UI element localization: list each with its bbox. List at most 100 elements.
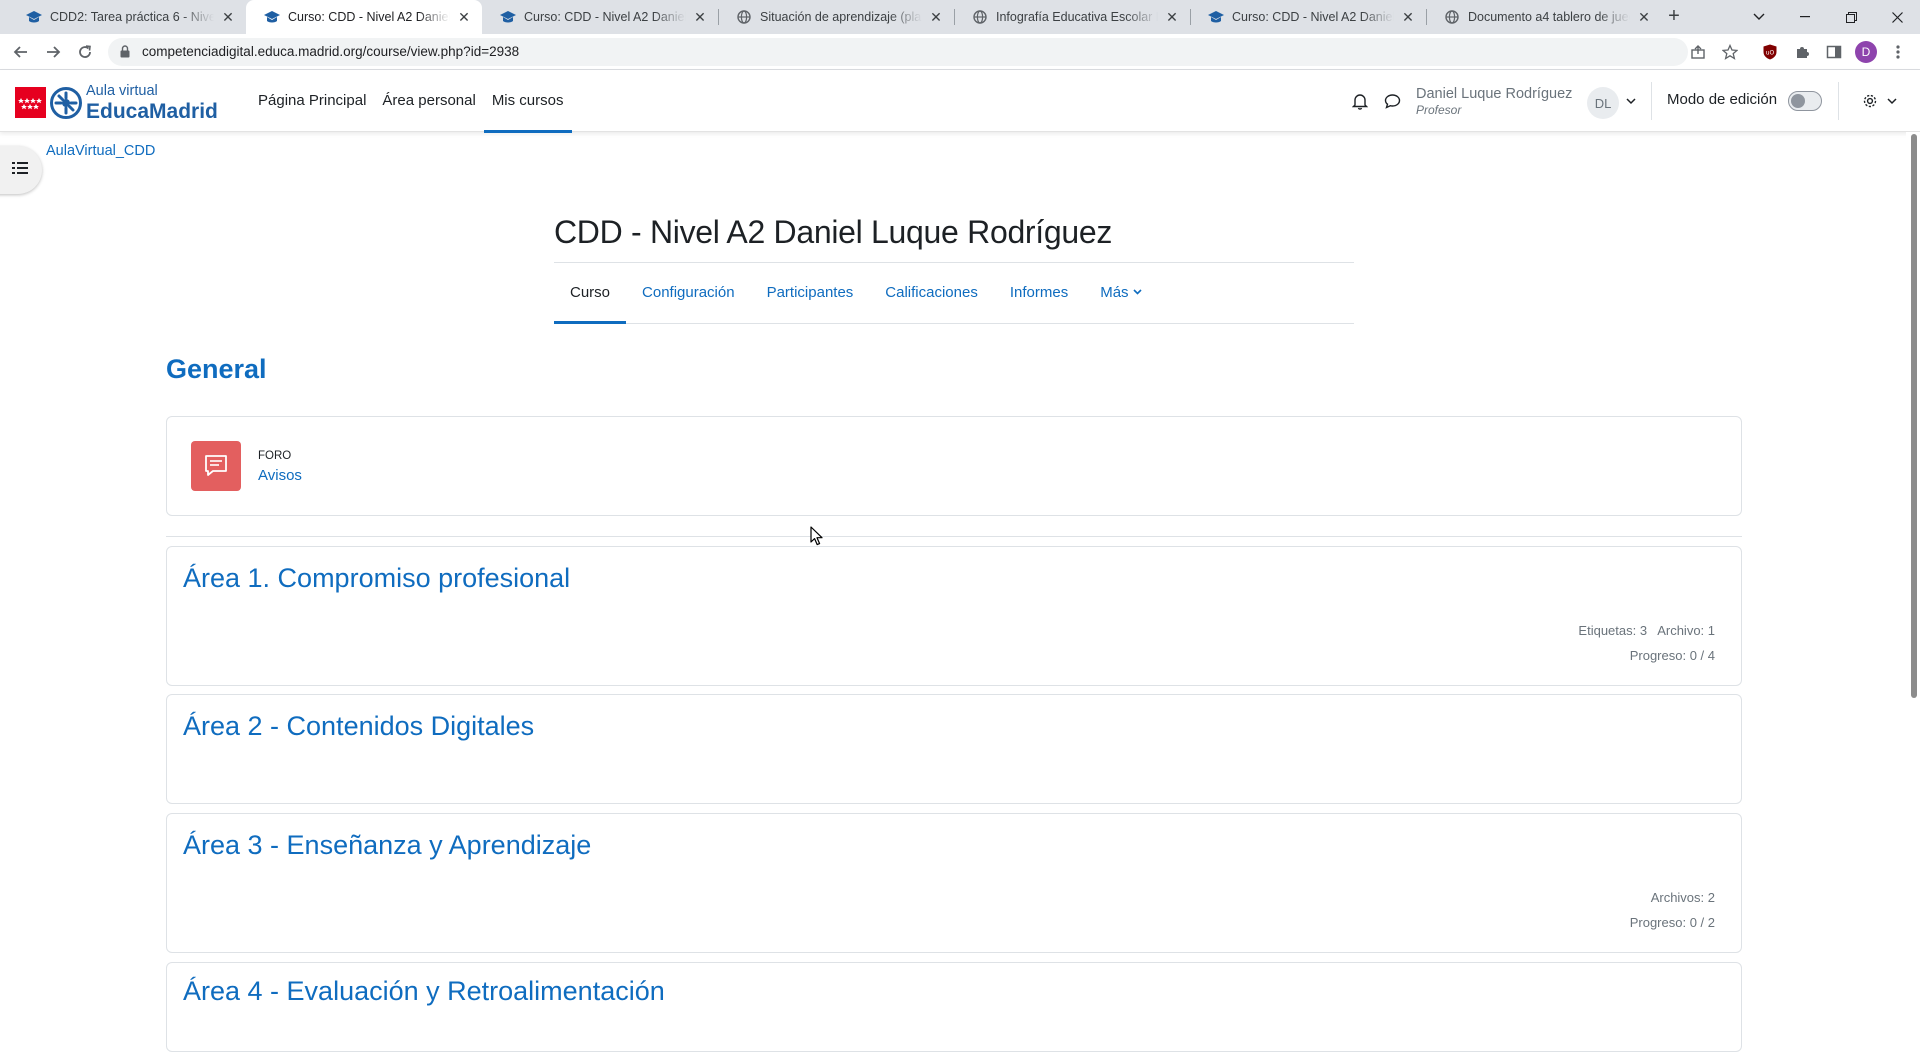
forward-arrow-icon[interactable] — [41, 40, 65, 64]
moodle-cap-icon — [500, 9, 516, 25]
mouse-cursor-icon — [810, 526, 824, 551]
course-section: Área 3 - Enseñanza y Aprendizaje Archivo… — [166, 813, 1742, 953]
globe-icon — [736, 9, 752, 25]
forum-icon — [191, 441, 241, 491]
section-title[interactable]: Área 4 - Evaluación y Retroalimentación — [183, 976, 665, 1007]
nav-dashboard[interactable]: Área personal — [374, 70, 483, 132]
restore-window-button[interactable] — [1828, 0, 1874, 34]
notifications-bell-icon[interactable] — [1352, 70, 1368, 132]
section-title[interactable]: Área 1. Compromiso profesional — [183, 563, 570, 594]
kebab-menu-icon[interactable] — [1886, 40, 1910, 64]
list-icon — [12, 161, 28, 180]
close-tab-icon[interactable]: ✕ — [692, 9, 708, 25]
user-name: Daniel Luque Rodríguez — [1416, 86, 1573, 102]
browser-tab[interactable]: Infografía Educativa Escolar Dibujos ✕ — [954, 0, 1190, 34]
activity-type-label: FORO — [258, 450, 292, 462]
page-scrollbar-thumb[interactable] — [1911, 134, 1917, 698]
tab-title: Documento a4 tablero de juego — [1468, 10, 1630, 24]
edit-mode-label: Modo de edición — [1667, 91, 1778, 108]
site-logo[interactable]: Aula virtual EducaMadrid — [15, 84, 218, 122]
course-section: Área 2 - Contenidos Digitales — [166, 694, 1742, 804]
tab-title: Situación de aprendizaje (plantilla) — [760, 10, 922, 24]
course-section: Área 4 - Evaluación y Retroalimentación — [166, 962, 1742, 1052]
tab-title: CDD2: Tarea práctica 6 - Nivel A2 — [50, 10, 214, 24]
close-tab-icon[interactable]: ✕ — [1636, 9, 1652, 25]
browser-tab-strip: CDD2: Tarea práctica 6 - Nivel A2 ✕ Curs… — [0, 0, 1920, 34]
section-activity-summary: Etiquetas: 3 Archivo: 1 — [1578, 623, 1715, 638]
share-icon[interactable] — [1686, 40, 1710, 64]
user-menu[interactable]: Daniel Luque Rodríguez Profesor — [1416, 86, 1572, 117]
activity-link-avisos[interactable]: Avisos — [258, 467, 302, 484]
madrid-flag-icon — [15, 87, 46, 119]
globe-icon — [972, 9, 988, 25]
minimize-window-button[interactable] — [1782, 0, 1828, 34]
bookmark-star-icon[interactable] — [1718, 40, 1742, 64]
tab-more-label: Más — [1100, 284, 1129, 301]
nav-my-courses[interactable]: Mis cursos — [483, 70, 572, 133]
browser-toolbar: competenciadigital.educa.madrid.org/cour… — [0, 34, 1920, 70]
svg-text:uO: uO — [1766, 50, 1775, 57]
close-window-button[interactable] — [1874, 0, 1920, 34]
tab-participants[interactable]: Participantes — [751, 263, 870, 323]
address-bar[interactable]: competenciadigital.educa.madrid.org/cour… — [108, 38, 1688, 66]
gear-icon[interactable] — [1862, 70, 1878, 132]
messages-chat-icon[interactable] — [1384, 70, 1401, 132]
reload-icon[interactable] — [73, 40, 97, 64]
section-title[interactable]: Área 2 - Contenidos Digitales — [183, 711, 534, 742]
globe-icon — [1444, 9, 1460, 25]
user-avatar[interactable]: DL — [1587, 87, 1619, 119]
tab-title: Curso: CDD - Nivel A2 Daniel Luque — [1232, 10, 1394, 24]
logo-title: EducaMadrid — [86, 99, 218, 123]
browser-tab[interactable]: CDD2: Tarea práctica 6 - Nivel A2 ✕ — [8, 0, 246, 34]
section-title-general[interactable]: General — [166, 354, 267, 385]
course-secondary-navigation: Curso Configuración Participantes Califi… — [554, 262, 1354, 324]
section-progress: Progreso: 0 / 2 — [1629, 915, 1715, 930]
nav-home[interactable]: Página Principal — [250, 70, 374, 132]
tab-title: Infografía Educativa Escolar Dibujos — [996, 10, 1158, 24]
activity-forum-card: FORO Avisos — [166, 416, 1742, 516]
browser-tab[interactable]: Curso: CDD - Nivel A2 Daniel Luque ✕ — [482, 0, 718, 34]
browser-tab[interactable]: Curso: CDD - Nivel A2 Daniel Luque ✕ — [1190, 0, 1426, 34]
close-tab-icon[interactable]: ✕ — [1400, 9, 1416, 25]
close-tab-icon[interactable]: ✕ — [456, 9, 472, 25]
tab-search-icon[interactable] — [1736, 0, 1782, 34]
moodle-cap-icon — [26, 9, 42, 25]
navbar-divider — [1651, 82, 1652, 120]
course-index-drawer-button[interactable] — [0, 146, 42, 194]
section-divider — [166, 536, 1742, 537]
educamadrid-logo-icon — [50, 86, 82, 119]
url-text: competenciadigital.educa.madrid.org/cour… — [142, 44, 520, 59]
tab-grades[interactable]: Calificaciones — [869, 263, 994, 323]
profile-avatar[interactable]: D — [1854, 40, 1878, 64]
section-title[interactable]: Área 3 - Enseñanza y Aprendizaje — [183, 830, 591, 861]
close-tab-icon[interactable]: ✕ — [928, 9, 944, 25]
ublock-shield-icon[interactable]: uO — [1758, 40, 1782, 64]
close-tab-icon[interactable]: ✕ — [1164, 9, 1180, 25]
tab-title: Curso: CDD - Nivel A2 Daniel Luque — [288, 10, 450, 24]
user-role: Profesor — [1416, 103, 1462, 117]
primary-navigation: Página Principal Área personal Mis curso… — [250, 70, 572, 133]
section-activity-summary: Archivos: 2 — [1650, 890, 1715, 905]
chevron-down-icon — [1132, 263, 1142, 323]
tab-course[interactable]: Curso — [554, 263, 627, 324]
edit-mode-toggle[interactable] — [1788, 91, 1822, 111]
moodle-cap-icon — [264, 9, 280, 25]
side-panel-icon[interactable] — [1822, 40, 1846, 64]
browser-tab[interactable]: Documento a4 tablero de juego ✕ — [1426, 0, 1662, 34]
chevron-down-icon[interactable] — [1626, 70, 1636, 132]
tab-more[interactable]: Más — [1084, 263, 1157, 323]
back-arrow-icon[interactable] — [9, 40, 33, 64]
browser-tab-active[interactable]: Curso: CDD - Nivel A2 Daniel Luque ✕ — [246, 0, 482, 34]
site-navbar: Aula virtual EducaMadrid Página Principa… — [0, 70, 1920, 133]
page-title: CDD - Nivel A2 Daniel Luque Rodríguez — [554, 214, 1113, 250]
new-tab-button[interactable]: + — [1662, 5, 1686, 29]
logo-subtitle: Aula virtual — [86, 83, 158, 99]
close-tab-icon[interactable]: ✕ — [220, 9, 236, 25]
breadcrumb[interactable]: AulaVirtual_CDD — [46, 143, 155, 159]
tab-settings[interactable]: Configuración — [626, 263, 751, 323]
course-section: Área 1. Compromiso profesional Etiquetas… — [166, 546, 1742, 686]
chevron-down-icon[interactable] — [1887, 70, 1897, 132]
tab-reports[interactable]: Informes — [994, 263, 1084, 323]
extensions-puzzle-icon[interactable] — [1790, 40, 1814, 64]
browser-tab[interactable]: Situación de aprendizaje (plantilla) ✕ — [718, 0, 954, 34]
